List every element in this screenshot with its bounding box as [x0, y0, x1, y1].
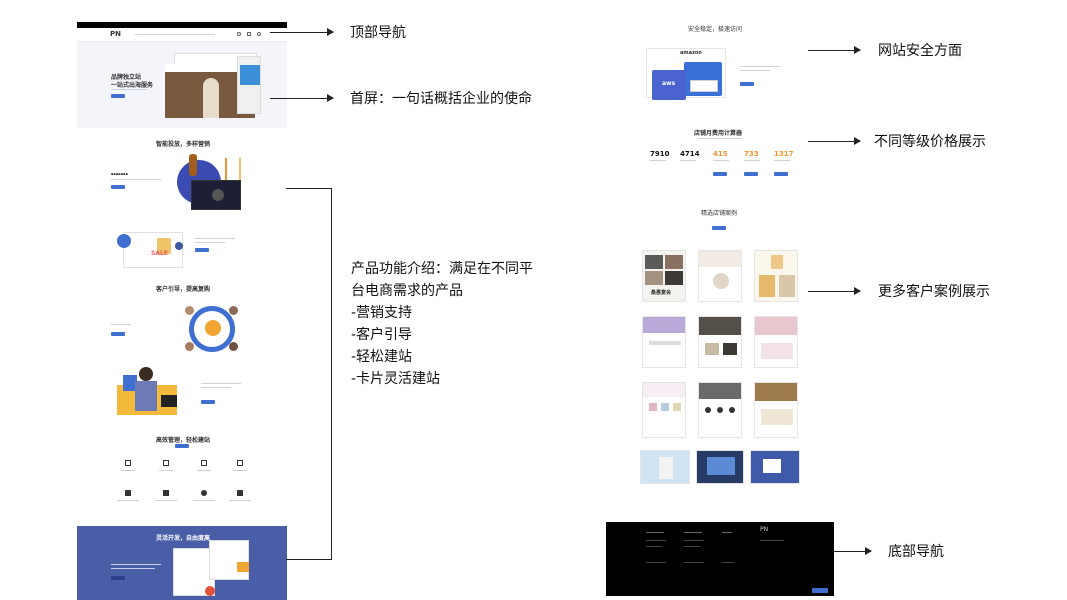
- price-1: 7910: [650, 150, 670, 158]
- case-thumb-11: [696, 450, 744, 484]
- left-page-thumbnail: PN 品牌独立站 一站式出海服务 智能投放，多样营销 ▪▪▪▪▪▪▪ SALE …: [77, 22, 287, 600]
- sale-badge: SALE: [151, 250, 168, 257]
- price-2: 4714: [680, 150, 700, 158]
- feature-grid: [107, 458, 257, 518]
- section3-title: 高效管理，轻松建站: [156, 437, 211, 444]
- label-footer: 底部导航: [888, 544, 944, 560]
- case-thumb-1: 桑惠宴会: [642, 250, 686, 302]
- cases-title: 精选店铺案例: [701, 210, 738, 217]
- arrow-footer: [834, 547, 872, 555]
- security-title: 安全稳定，极速访问: [688, 26, 743, 33]
- amazon-text: amazon: [680, 50, 702, 56]
- left-logo: PN: [110, 30, 121, 38]
- price-5: 1317: [774, 150, 794, 158]
- case-store-name: 桑惠宴会: [651, 290, 672, 296]
- price-3: 415: [713, 150, 728, 158]
- case-thumb-2: [698, 250, 742, 302]
- section1-title: 智能投放，多样营销: [156, 141, 211, 148]
- aws-text: aws: [662, 80, 676, 87]
- flex-dev-banner: 灵活开发，自由度高: [77, 526, 287, 600]
- arrow-security: [808, 46, 861, 54]
- case-thumb-8: [698, 382, 742, 438]
- left-top-nav: PN: [77, 28, 287, 42]
- case-thumb-6: [754, 316, 798, 368]
- arrow-hero: [270, 94, 334, 102]
- right-footer: PN: [606, 522, 834, 596]
- case-thumb-5: [698, 316, 742, 368]
- arrow-pricing: [808, 137, 861, 145]
- bracket-product: [286, 188, 332, 560]
- case-thumb-9: [754, 382, 798, 438]
- case-thumb-12: [750, 450, 800, 484]
- section4-title: 灵活开发，自由度高: [156, 535, 211, 542]
- cases-section: 精选店铺案例 桑惠宴会: [638, 206, 802, 496]
- section1b-graphic: SALE: [111, 218, 191, 270]
- person-graphic: [117, 367, 189, 417]
- footer-logo: PN: [760, 526, 769, 533]
- section2-title: 客户引导，提高复购: [156, 286, 211, 293]
- label-top-nav: 顶部导航: [350, 25, 406, 41]
- label-cases: 更多客户案例展示: [878, 284, 990, 300]
- left-hero-subtitle: 一站式出海服务: [111, 82, 154, 89]
- pricing-title: 店铺月费用计算器: [694, 130, 743, 137]
- customer-graphic: [185, 306, 239, 356]
- label-pricing: 不同等级价格展示: [874, 134, 986, 150]
- case-thumb-3: [754, 250, 798, 302]
- label-product-intro: 产品功能介绍：满足在不同平 台电商需求的产品 -营销支持 -客户引导 -轻松建站…: [351, 261, 533, 387]
- price-4: 733: [744, 150, 759, 158]
- marketing-graphic: [175, 154, 245, 224]
- label-security: 网站安全方面: [878, 43, 962, 59]
- label-hero: 首屏：一句话概括企业的使命: [350, 91, 532, 107]
- pricing-section: 店铺月费用计算器 7910 4714 415 733 1317: [640, 124, 800, 186]
- case-thumb-10: [640, 450, 690, 484]
- arrow-cases: [808, 287, 861, 295]
- arrow-top-nav: [270, 28, 334, 36]
- case-thumb-7: [642, 382, 686, 438]
- security-section: 安全稳定，极速访问 amazon aws: [640, 22, 800, 114]
- case-thumb-4: [642, 316, 686, 368]
- left-hero: 品牌独立站 一站式出海服务: [77, 42, 287, 128]
